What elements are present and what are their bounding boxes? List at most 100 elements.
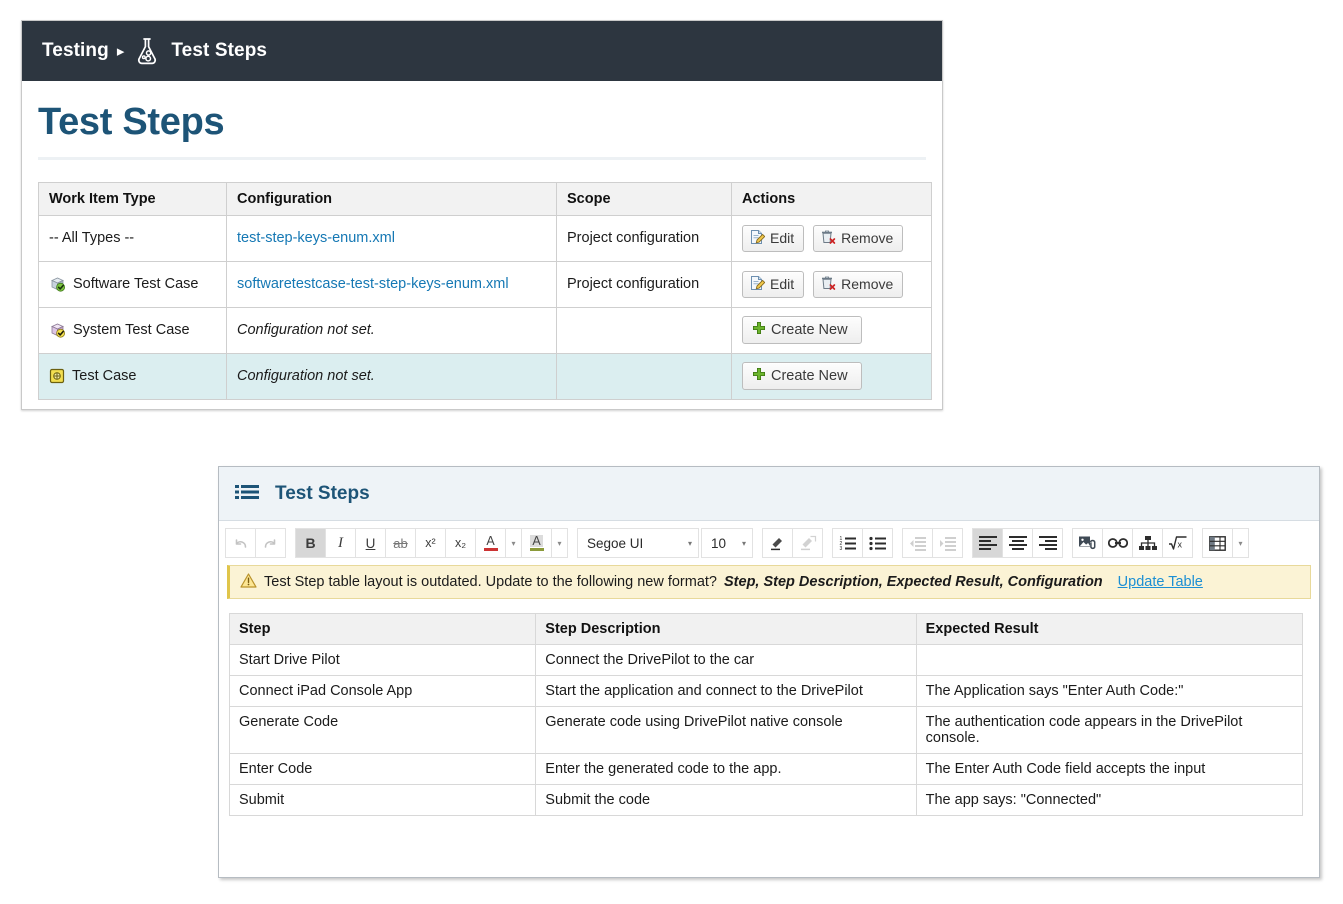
table-row[interactable]: Generate Code Generate code using DriveP… [230,707,1303,754]
chevron-down-icon: ▾ [742,539,746,548]
table-row[interactable]: Connect iPad Console App Start the appli… [230,676,1303,707]
insert-formula-icon[interactable]: x [1162,528,1193,558]
cell-step-description[interactable]: Enter the generated code to the app. [536,754,916,785]
undo-icon[interactable] [225,528,256,558]
insert-table-icon[interactable] [1202,528,1233,558]
remove-button[interactable]: Remove [813,225,903,252]
table-row: Test Case Configuration not set. Creat [39,353,932,399]
redo-icon[interactable] [255,528,286,558]
cell-step[interactable]: Enter Code [230,754,536,785]
warning-format: Step, Step Description, Expected Result,… [724,574,1103,590]
indent-icon[interactable] [932,528,963,558]
title-divider [38,157,926,160]
remove-button-label: Remove [841,276,893,292]
cell-step-description[interactable]: Generate code using DrivePilot native co… [536,707,916,754]
text-color-dropdown-icon[interactable]: ▾ [505,528,522,558]
cell-step-description[interactable]: Submit the code [536,785,916,816]
remove-button[interactable]: Remove [813,271,903,298]
column-header-configuration: Configuration [227,182,557,215]
font-size-select[interactable]: 10 ▾ [701,528,753,558]
font-size-value: 10 [711,536,726,551]
subscript-button[interactable]: x₂ [445,528,476,558]
highlight-color-button[interactable]: A [521,528,552,558]
cell-step[interactable]: Start Drive Pilot [230,645,536,676]
insert-diagram-icon[interactable] [1132,528,1163,558]
insert-link-icon[interactable] [1102,528,1133,558]
configuration-not-set-label: Configuration not set. [237,322,375,338]
cell-expected-result[interactable]: The Application says "Enter Auth Code:" [916,676,1302,707]
cell-step-description[interactable]: Start the application and connect to the… [536,676,916,707]
highlight-color-dropdown-icon[interactable]: ▾ [551,528,568,558]
cell-step-description[interactable]: Connect the DrivePilot to the car [536,645,916,676]
font-family-select[interactable]: Segoe UI ▾ [577,528,699,558]
editor-title: Test Steps [275,483,370,505]
configuration-link[interactable]: softwaretestcase-test-step-keys-enum.xml [237,276,509,292]
cell-actions: Edit Remove [732,261,932,307]
work-item-type-label: Test Case [72,368,136,384]
align-group [972,528,1063,558]
table-row[interactable]: Start Drive Pilot Connect the DrivePilot… [230,645,1303,676]
cell-scope: Project configuration [557,261,732,307]
svg-text:x: x [1178,540,1183,550]
table-group: ▾ [1202,528,1249,558]
superscript-label: x² [425,536,435,550]
align-center-icon[interactable] [1002,528,1033,558]
editor-toolbar: B I U ab x² x₂ A ▾ A ▾ Seg [219,521,1319,565]
column-header-actions: Actions [732,182,932,215]
list-group: 123 [832,528,893,558]
insert-image-icon[interactable] [1072,528,1103,558]
subscript-label: x₂ [455,536,466,550]
work-item-type-label: System Test Case [73,322,190,338]
remove-button-label: Remove [841,230,893,246]
configuration-link[interactable]: test-step-keys-enum.xml [237,230,395,246]
cell-expected-result[interactable] [916,645,1302,676]
superscript-button[interactable]: x² [415,528,446,558]
cell-work-item-type: Software Test Case [39,261,227,307]
outdent-icon[interactable] [902,528,933,558]
highlight-color-label: A [530,535,542,548]
edit-button[interactable]: Edit [742,271,804,298]
create-new-button[interactable]: Create New [742,362,862,390]
unordered-list-icon[interactable] [862,528,893,558]
cell-step[interactable]: Submit [230,785,536,816]
cube-purple-icon [49,322,66,338]
text-color-swatch [484,548,498,551]
font-family-value: Segoe UI [587,536,643,551]
cell-expected-result[interactable]: The app says: "Connected" [916,785,1302,816]
align-left-icon[interactable] [972,528,1003,558]
breadcrumb-current: Test Steps [171,40,267,62]
history-group [225,528,286,558]
cell-work-item-type: -- All Types -- [39,215,227,261]
text-color-button[interactable]: A [475,528,506,558]
insert-table-dropdown-icon[interactable]: ▾ [1232,528,1249,558]
table-row[interactable]: Enter Code Enter the generated code to t… [230,754,1303,785]
cell-work-item-type: System Test Case [39,307,227,353]
edit-icon [749,275,765,294]
cell-actions: Create New [732,307,932,353]
underline-button[interactable]: U [355,528,386,558]
edit-button[interactable]: Edit [742,225,804,252]
cube-green-icon [49,276,66,292]
work-item-type-label: -- All Types -- [49,230,134,246]
strikethrough-button[interactable]: ab [385,528,416,558]
italic-button[interactable]: I [325,528,356,558]
update-table-link[interactable]: Update Table [1118,574,1203,590]
breadcrumb-root[interactable]: Testing [42,40,109,62]
cell-expected-result[interactable]: The Enter Auth Code field accepts the in… [916,754,1302,785]
ordered-list-icon[interactable]: 123 [832,528,863,558]
cell-step[interactable]: Generate Code [230,707,536,754]
bold-button[interactable]: B [295,528,326,558]
table-header-row: Step Step Description Expected Result [230,614,1303,645]
testcase-yellow-icon [49,368,65,384]
align-right-icon[interactable] [1032,528,1063,558]
bold-label: B [305,535,315,551]
create-new-button[interactable]: Create New [742,316,862,344]
cell-step[interactable]: Connect iPad Console App [230,676,536,707]
clear-format-all-icon[interactable] [792,528,823,558]
configuration-not-set-label: Configuration not set. [237,368,375,384]
table-row[interactable]: Submit Submit the code The app says: "Co… [230,785,1303,816]
clear-format-icon[interactable] [762,528,793,558]
cell-actions: Edit Remove [732,215,932,261]
cell-expected-result[interactable]: The authentication code appears in the D… [916,707,1302,754]
list-icon [235,484,259,504]
